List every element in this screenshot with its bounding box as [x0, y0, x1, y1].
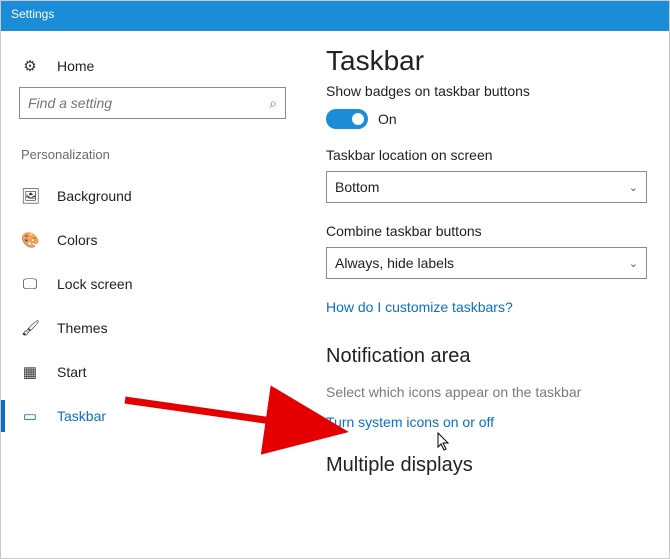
taskbar-icon: ▭	[21, 407, 39, 425]
combine-value: Always, hide labels	[335, 255, 454, 271]
home-button[interactable]: ⚙ Home	[19, 53, 286, 87]
location-select[interactable]: Bottom ⌄	[326, 171, 647, 203]
sidebar-item-themes[interactable]: 🖌 Themes	[19, 306, 286, 350]
toggle-thumb	[352, 113, 364, 125]
sidebar-item-background[interactable]: 🖼 Background	[19, 174, 286, 218]
sidebar-item-label: Taskbar	[57, 408, 106, 424]
sidebar-item-label: Lock screen	[57, 276, 132, 292]
sidebar-item-lockscreen[interactable]: 🖵 Lock screen	[19, 262, 286, 306]
sidebar: ⚙ Home ⌕ Personalization 🖼 Background 🎨 …	[1, 31, 306, 558]
sidebar-item-taskbar[interactable]: ▭ Taskbar	[19, 394, 286, 438]
page-heading: Taskbar	[326, 45, 647, 77]
sidebar-item-label: Themes	[57, 320, 108, 336]
sidebar-item-start[interactable]: ▦ Start	[19, 350, 286, 394]
combine-label: Combine taskbar buttons	[326, 223, 647, 239]
search-box[interactable]: ⌕	[19, 87, 286, 119]
multiple-displays-heading: Multiple displays	[326, 454, 647, 477]
chevron-down-icon: ⌄	[629, 181, 638, 194]
help-link[interactable]: How do I customize taskbars?	[326, 299, 647, 315]
sidebar-item-label: Start	[57, 364, 87, 380]
themes-icon: 🖌	[21, 319, 39, 337]
window-titlebar: Settings	[1, 1, 669, 31]
palette-icon: 🎨	[21, 231, 39, 249]
badges-toggle[interactable]	[326, 109, 368, 129]
search-icon: ⌕	[269, 95, 277, 112]
combine-select[interactable]: Always, hide labels ⌄	[326, 247, 647, 279]
start-icon: ▦	[21, 363, 39, 381]
window-title: Settings	[11, 7, 54, 21]
lockscreen-icon: 🖵	[21, 276, 39, 293]
notification-heading: Notification area	[326, 345, 647, 368]
chevron-down-icon: ⌄	[629, 257, 638, 270]
sidebar-item-label: Background	[57, 188, 132, 204]
badges-state: On	[378, 111, 397, 127]
sidebar-item-colors[interactable]: 🎨 Colors	[19, 218, 286, 262]
badges-label: Show badges on taskbar buttons	[326, 83, 647, 99]
select-icons-link[interactable]: Select which icons appear on the taskbar	[326, 384, 647, 400]
location-label: Taskbar location on screen	[326, 147, 647, 163]
home-label: Home	[57, 58, 94, 74]
system-icons-link[interactable]: Turn system icons on or off	[326, 414, 647, 430]
category-label: Personalization	[19, 147, 286, 162]
sidebar-item-label: Colors	[57, 232, 97, 248]
picture-icon: 🖼	[21, 187, 39, 205]
gear-icon: ⚙	[21, 57, 39, 75]
location-value: Bottom	[335, 179, 379, 195]
main-area: Taskbar Show badges on taskbar buttons O…	[306, 31, 669, 558]
search-input[interactable]	[28, 95, 269, 111]
